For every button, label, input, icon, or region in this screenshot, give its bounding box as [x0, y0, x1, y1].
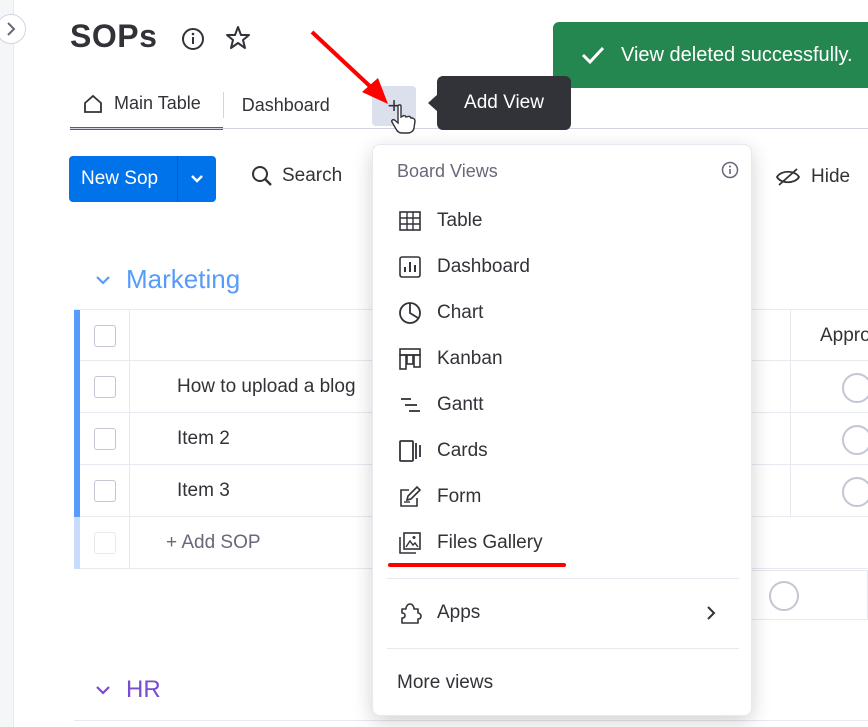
- menu-divider: [387, 578, 739, 579]
- tab-main-table[interactable]: Main Table: [70, 80, 223, 130]
- row-checkbox[interactable]: [94, 480, 116, 502]
- search-button[interactable]: Search: [250, 164, 342, 188]
- menu-item-more-views[interactable]: More views: [387, 661, 739, 705]
- menu-item-table[interactable]: Table: [387, 199, 739, 243]
- kanban-icon: [399, 348, 421, 370]
- menu-item-label: Apps: [437, 602, 481, 623]
- row-checkbox[interactable]: [94, 428, 116, 450]
- info-icon[interactable]: [181, 27, 205, 51]
- board-title: SOPs: [70, 18, 158, 54]
- hide-button[interactable]: Hide: [775, 166, 850, 188]
- menu-item-chart[interactable]: Chart: [387, 291, 739, 335]
- info-icon[interactable]: [721, 161, 739, 179]
- column-header-approved[interactable]: Appro: [820, 325, 868, 347]
- gantt-icon: [401, 398, 420, 412]
- expand-sidebar-button[interactable]: [0, 14, 26, 44]
- person-avatar-icon: [769, 581, 799, 611]
- row-checkbox: [94, 532, 116, 554]
- menu-item-files-gallery[interactable]: Files Gallery: [387, 521, 739, 565]
- add-view-menu: Board Views Table Dashboard Chart Kanban…: [372, 144, 752, 716]
- table-icon: [399, 211, 421, 231]
- menu-item-gantt[interactable]: Gantt: [387, 383, 739, 427]
- star-icon[interactable]: [225, 25, 251, 51]
- person-avatar-icon[interactable]: [842, 477, 868, 507]
- menu-item-label: Kanban: [437, 348, 503, 369]
- group-title-marketing: Marketing: [126, 264, 241, 294]
- menu-divider: [387, 648, 739, 649]
- chevron-right-icon: [7, 22, 16, 36]
- new-sop-label: New Sop: [81, 168, 159, 189]
- menu-item-label: Form: [437, 486, 482, 507]
- hr-table-top: [74, 720, 868, 727]
- chevron-down-icon: [96, 275, 110, 285]
- toast-message: View deleted successfully.: [621, 43, 853, 66]
- menu-item-apps[interactable]: Apps: [387, 591, 739, 635]
- menu-item-label: Dashboard: [437, 256, 530, 277]
- menu-item-kanban[interactable]: Kanban: [387, 337, 739, 381]
- chart-icon: [399, 302, 421, 324]
- menu-item-label: Cards: [437, 440, 488, 461]
- menu-item-label: Chart: [437, 302, 484, 323]
- column-divider: [790, 465, 791, 517]
- new-sop-button[interactable]: New Sop: [69, 156, 216, 202]
- form-icon: [400, 485, 422, 507]
- eye-off-icon: [775, 168, 801, 186]
- menu-item-form[interactable]: Form: [387, 475, 739, 519]
- red-arrow-annotation-icon: [310, 30, 388, 104]
- item-name[interactable]: Item 2: [177, 428, 230, 450]
- cards-icon: [399, 440, 421, 462]
- item-name[interactable]: Item 3: [177, 480, 230, 502]
- item-name[interactable]: How to upload a blog: [177, 376, 356, 398]
- home-icon: [84, 94, 102, 113]
- tab-divider: [222, 92, 224, 118]
- chevron-right-icon: [707, 606, 716, 620]
- menu-item-dashboard[interactable]: Dashboard: [387, 245, 739, 289]
- success-toast: View deleted successfully.: [553, 22, 868, 88]
- select-all-checkbox[interactable]: [94, 325, 116, 347]
- group-header-marketing[interactable]: Marketing: [94, 264, 240, 295]
- check-icon: [581, 46, 605, 65]
- menu-item-label: Gantt: [437, 394, 484, 415]
- person-avatar-icon[interactable]: [842, 425, 868, 455]
- menu-item-label: Table: [437, 210, 483, 231]
- column-divider: [790, 413, 791, 465]
- search-label: Search: [282, 165, 343, 186]
- menu-item-label: Files Gallery: [437, 532, 543, 553]
- tab-main-table-label: Main Table: [114, 93, 201, 113]
- menu-item-cards[interactable]: Cards: [387, 429, 739, 473]
- menu-section-title: Board Views: [397, 161, 498, 181]
- chevron-down-icon: [191, 175, 203, 183]
- row-checkbox[interactable]: [94, 376, 116, 398]
- hand-cursor-icon: [391, 104, 416, 134]
- add-view-tooltip: Add View: [428, 76, 571, 130]
- chevron-down-icon: [96, 686, 110, 695]
- new-sop-dropdown[interactable]: [178, 174, 216, 184]
- left-rail: [0, 0, 14, 727]
- add-sop-input[interactable]: + Add SOP: [166, 532, 261, 554]
- red-underline-annotation: [388, 563, 566, 567]
- files-gallery-icon: [399, 532, 421, 554]
- puzzle-icon: [401, 603, 422, 624]
- column-divider: [790, 361, 791, 413]
- person-avatar-icon[interactable]: [842, 373, 868, 403]
- column-divider: [790, 310, 791, 362]
- dashboard-icon: [399, 256, 421, 278]
- search-icon: [252, 166, 272, 186]
- hide-label: Hide: [811, 166, 851, 187]
- group-header-hr[interactable]: HR: [94, 676, 161, 704]
- group-title-hr: HR: [126, 676, 161, 703]
- menu-item-label: More views: [397, 672, 494, 693]
